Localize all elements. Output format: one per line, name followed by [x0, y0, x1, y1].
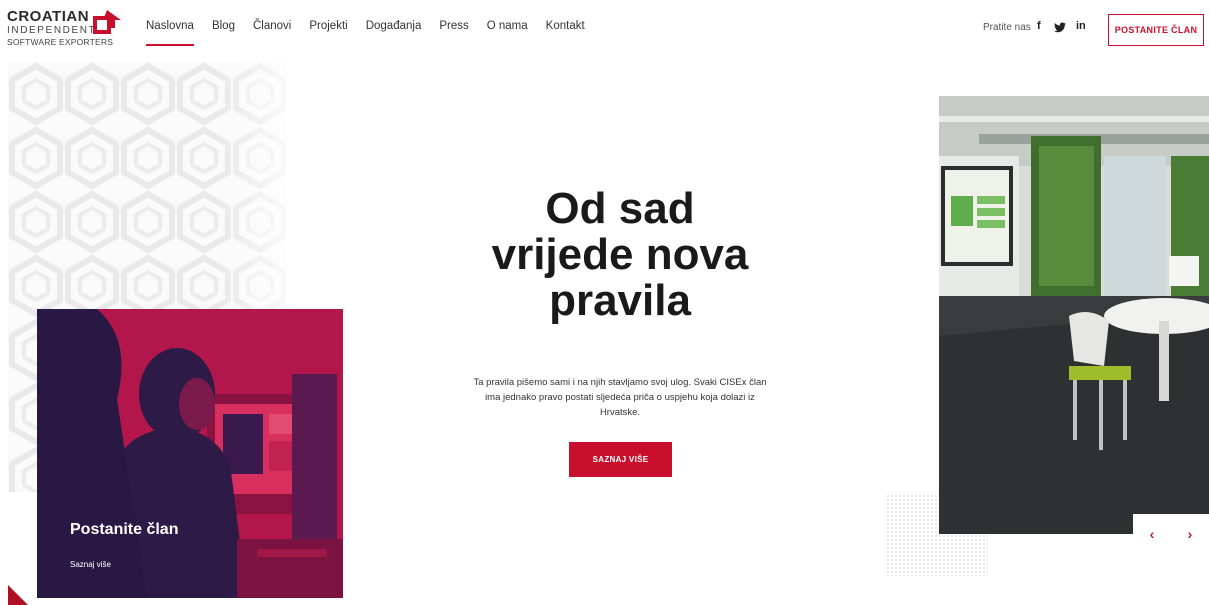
site-header: CROATIAN INDEPENDENT SOFTWARE EXPORTERS … — [0, 0, 1209, 58]
hero-description: Ta pravila pišemo sami i na njih stavlja… — [473, 377, 767, 418]
hero-title-line-1: Od sad — [545, 184, 695, 233]
slider-prev-button[interactable]: ‹ — [1133, 514, 1171, 554]
learn-more-button[interactable]: SAZNAJ VIŠE — [569, 442, 672, 477]
main-nav: Naslovna Blog Članovi Projekti Događanja… — [146, 20, 603, 46]
logo-line-1: CROATIAN — [7, 8, 90, 25]
follow-label: Pratite nas — [983, 22, 1031, 33]
office-photo — [939, 96, 1209, 534]
become-member-button[interactable]: POSTANITE ČLAN — [1108, 14, 1204, 46]
hero-title-line-2: vrijede nova — [491, 230, 749, 279]
logo-line-3: SOFTWARE EXPORTERS — [7, 37, 114, 47]
member-card-image — [37, 309, 343, 598]
nav-item-clanovi[interactable]: Članovi — [253, 20, 291, 40]
facebook-icon[interactable]: f — [1037, 20, 1041, 32]
nav-item-blog[interactable]: Blog — [212, 20, 235, 40]
member-card-title: Postanite član — [70, 521, 179, 538]
member-card-link[interactable]: Saznaj više — [70, 560, 111, 569]
hero-title: Od sad vrijede nova pravila — [460, 186, 780, 324]
logo-line-2: INDEPENDENT — [7, 25, 97, 36]
become-member-card[interactable]: Postanite član Saznaj više — [37, 309, 343, 598]
hero-title-line-3: pravila — [549, 276, 691, 325]
linkedin-icon[interactable]: in — [1076, 20, 1086, 32]
nav-item-dogadanja[interactable]: Događanja — [366, 20, 422, 40]
nav-item-kontakt[interactable]: Kontakt — [546, 20, 585, 40]
slider-next-button[interactable]: › — [1171, 514, 1209, 554]
logo-arrow-icon — [93, 10, 121, 34]
nav-item-press[interactable]: Press — [439, 20, 468, 40]
nav-item-projekti[interactable]: Projekti — [309, 20, 347, 40]
nav-item-o-nama[interactable]: O nama — [487, 20, 528, 40]
slider-controls: ‹ › — [1133, 514, 1209, 554]
twitter-icon[interactable] — [1054, 22, 1066, 33]
site-logo[interactable]: CROATIAN INDEPENDENT SOFTWARE EXPORTERS — [7, 8, 129, 50]
nav-item-naslovna[interactable]: Naslovna — [146, 20, 194, 46]
corner-decoration — [8, 585, 28, 605]
